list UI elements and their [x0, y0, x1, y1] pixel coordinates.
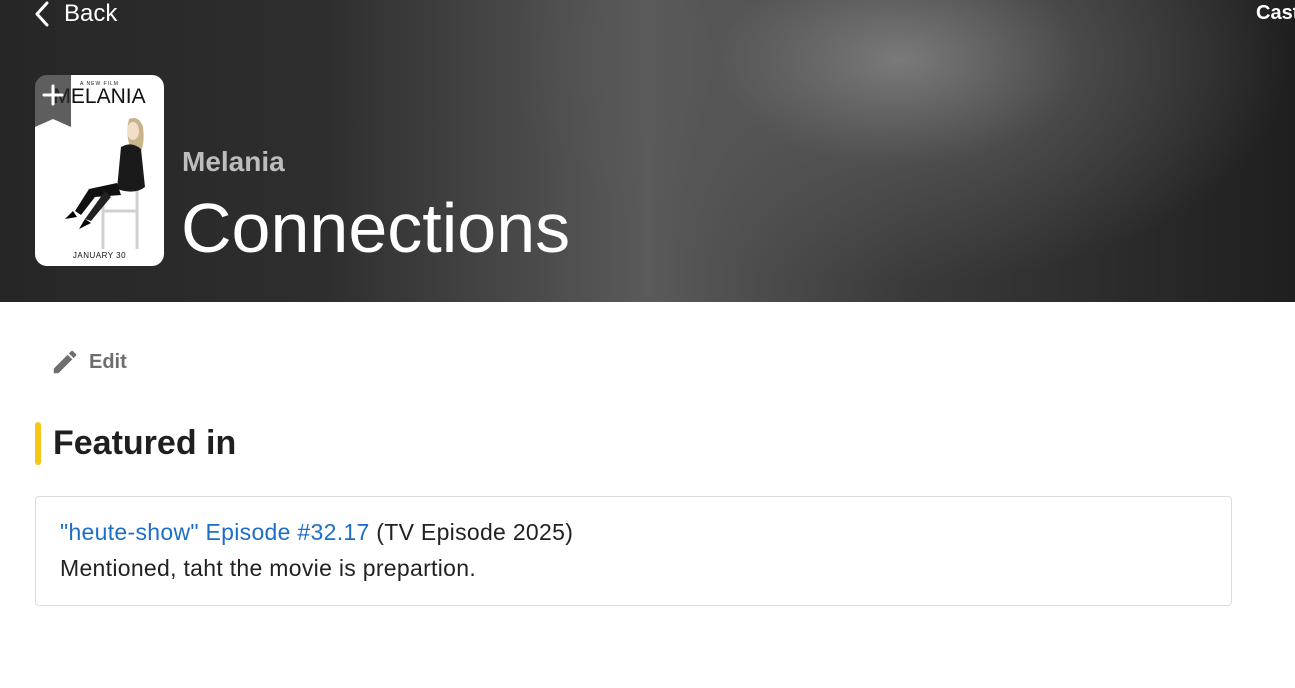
- person-seated-icon: [65, 118, 145, 249]
- page-title: Connections: [181, 189, 571, 267]
- edit-label: Edit: [89, 350, 127, 373]
- edit-button[interactable]: Edit: [50, 347, 127, 377]
- section-accent-bar: [35, 422, 41, 465]
- back-label: Back: [64, 0, 118, 27]
- item-suffix: (TV Episode 2025): [369, 519, 574, 545]
- hero-header: Back Cast A NEW FILM MELANIA JANUARY 30: [0, 0, 1295, 302]
- list-item: "heute-show" Episode #32.17 (TV Episode …: [35, 496, 1232, 606]
- add-to-watchlist-button[interactable]: [35, 75, 71, 127]
- page-subtitle[interactable]: Melania: [182, 146, 285, 178]
- poster-date: JANUARY 30: [72, 251, 127, 260]
- item-note: Mentioned, taht the movie is prepartion.: [60, 555, 477, 581]
- chevron-left-icon: [34, 0, 54, 28]
- back-button[interactable]: Back: [34, 0, 117, 28]
- item-heading: "heute-show" Episode #32.17 (TV Episode …: [60, 519, 573, 546]
- pencil-icon: [50, 347, 80, 377]
- section-title: Featured in: [53, 424, 237, 462]
- cast-link[interactable]: Cast: [1256, 2, 1295, 25]
- episode-link[interactable]: "heute-show" Episode #32.17: [60, 519, 370, 545]
- section-header: Featured in: [35, 422, 236, 465]
